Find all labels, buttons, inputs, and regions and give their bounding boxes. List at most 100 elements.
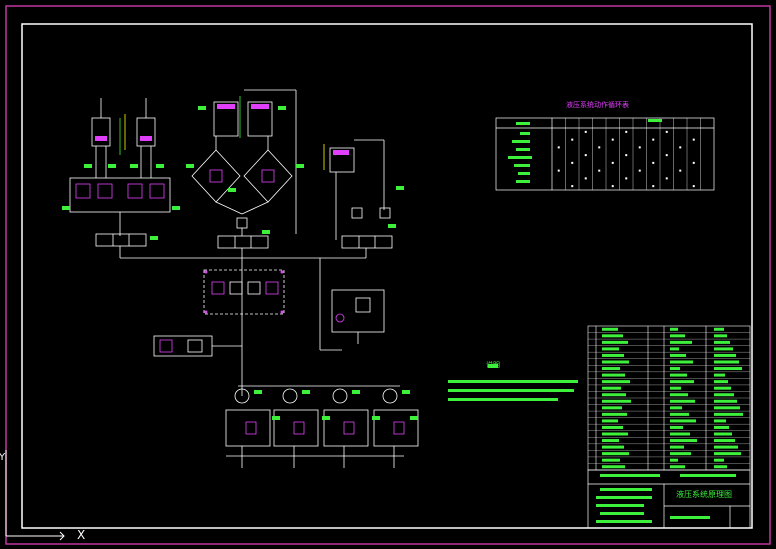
cycle-table-mark	[611, 185, 614, 188]
cycle-table-grid	[557, 118, 701, 190]
parts-list-cell-text	[670, 399, 695, 403]
parts-list-rows	[588, 327, 750, 469]
cycle-table-mark	[571, 138, 574, 141]
parts-list-cell-text	[714, 327, 724, 331]
parts-list-cell-text	[602, 380, 630, 384]
parts-list-cell-text	[670, 419, 696, 423]
pressure-control-box	[331, 289, 385, 344]
parts-list-cell-text	[602, 373, 625, 377]
parts-list-cell-text	[670, 340, 692, 344]
parts-list-cell-text	[670, 452, 691, 456]
cylinder-group-left	[69, 98, 171, 258]
parts-list-cell-text	[670, 360, 693, 364]
parts-list-cell-text	[714, 406, 740, 410]
cycle-table-mark	[557, 146, 560, 149]
pump-green-labels	[254, 390, 418, 420]
parts-list-cell-text	[670, 412, 689, 416]
parts-list-cell-text	[602, 452, 629, 456]
supply-lines	[120, 248, 367, 396]
parts-list-cell-text	[602, 327, 618, 331]
cycle-table-mark	[584, 154, 587, 157]
parts-list-cell-text	[670, 353, 686, 357]
ucs-x-label: X	[77, 528, 86, 542]
cycle-table-row-labels	[508, 119, 662, 183]
left-group-green-labels	[62, 164, 180, 240]
parts-list-cell-text	[670, 445, 684, 449]
cycle-table-mark	[611, 138, 614, 141]
parts-list-cell-text	[714, 340, 730, 344]
cycle-table-title: 液压系统动作循环表	[566, 101, 629, 109]
aux-valve-left	[153, 335, 242, 357]
cycle-table-mark	[571, 161, 574, 164]
parts-list-cell-text	[670, 380, 694, 384]
parts-list-cell-text	[714, 412, 743, 416]
notes-heading: 说明	[486, 361, 500, 369]
parts-list-cell-text	[714, 347, 733, 351]
parts-list-cell-text	[670, 425, 683, 429]
cycle-table-mark	[665, 130, 668, 133]
cycle-table-mark	[679, 169, 682, 172]
parts-list-cell-text	[670, 393, 688, 397]
parts-list-cell-text	[670, 458, 678, 462]
ucs-icon	[5, 450, 65, 541]
parts-list-cell-text	[602, 425, 623, 429]
parts-list-cell-text	[714, 367, 742, 371]
parts-list-cell-text	[670, 373, 687, 377]
cycle-table-mark	[625, 177, 628, 180]
parts-list-cell-text	[670, 367, 680, 371]
cycle-table	[495, 117, 715, 191]
cylinder-group-middle	[191, 89, 297, 249]
right-group-green-labels	[388, 186, 404, 228]
cycle-table-mark	[625, 130, 628, 133]
parts-list-cell-text	[602, 334, 623, 338]
parts-list-cell-text	[602, 458, 620, 462]
cycle-table-mark	[598, 169, 601, 172]
parts-list-cell-text	[602, 439, 619, 443]
parts-list-cell-text	[714, 386, 731, 390]
parts-list-cell-text	[714, 465, 727, 469]
parts-list-cell-text	[602, 360, 629, 364]
parts-list-cell-text	[670, 432, 690, 436]
ucs-y-label: Y	[0, 452, 6, 463]
cycle-table-mark	[638, 146, 641, 149]
cycle-table-mark	[571, 185, 574, 188]
cycle-table-mark	[692, 138, 695, 141]
parts-list-cell-text	[714, 432, 732, 436]
parts-list-cell-text	[602, 419, 618, 423]
parts-list-cell-text	[670, 406, 682, 410]
cycle-table-mark	[692, 161, 695, 164]
cycle-table-mark	[584, 177, 587, 180]
parts-list-cell-text	[602, 353, 624, 357]
parts-list-cell-text	[602, 386, 621, 390]
cad-drawing-canvas[interactable]: 液压系统动作循环表 说明 液压系统原理图 X Y	[0, 0, 776, 549]
parts-list-cell-text	[602, 465, 625, 469]
parts-list-cell-text	[714, 399, 737, 403]
cycle-table-mark	[679, 146, 682, 149]
parts-list-cell-text	[714, 373, 725, 377]
parts-list-cell-text	[714, 425, 729, 429]
sheet-outer-border	[5, 5, 771, 545]
cycle-table-mark	[584, 130, 587, 133]
cycle-table-mark	[652, 161, 655, 164]
cycle-table-mark	[665, 177, 668, 180]
parts-list-cell-text	[602, 432, 628, 436]
parts-list-cell-text	[670, 465, 685, 469]
notes-block	[448, 364, 578, 401]
parts-list-cell-text	[714, 452, 741, 456]
parts-list-cell-text	[714, 353, 736, 357]
parts-list-cell-text	[714, 393, 734, 397]
parts-list-cell-text	[714, 334, 727, 338]
parts-list-cell-text	[602, 399, 631, 403]
cycle-table-mark	[638, 169, 641, 172]
parts-list-cell-text	[602, 367, 620, 371]
parts-list-cell-text	[670, 439, 697, 443]
parts-list-cell-text	[670, 334, 685, 338]
parts-list-cell-text	[602, 445, 624, 449]
valve-stack-middle	[203, 269, 285, 315]
cylinder-group-right	[323, 139, 393, 249]
parts-list-cell-text	[714, 445, 738, 449]
parts-list-cell-text	[670, 327, 678, 331]
cycle-table-mark	[598, 146, 601, 149]
cycle-table-mark	[692, 185, 695, 188]
cycle-table-mark	[665, 154, 668, 157]
